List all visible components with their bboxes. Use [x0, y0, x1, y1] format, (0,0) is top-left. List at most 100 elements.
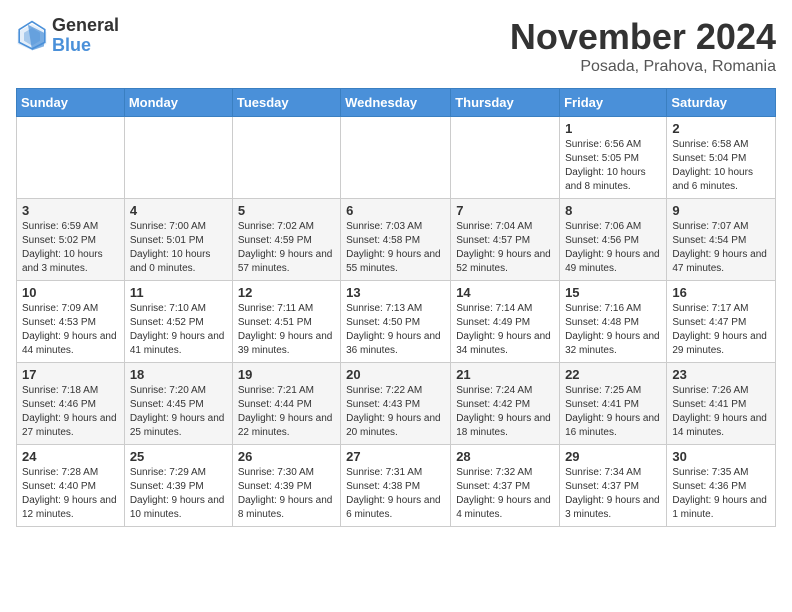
day-number: 19: [238, 367, 335, 382]
day-info: Sunrise: 7:02 AM Sunset: 4:59 PM Dayligh…: [238, 220, 335, 276]
calendar-header-tuesday: Tuesday: [232, 89, 340, 117]
calendar-cell: 25Sunrise: 7:29 AM Sunset: 4:39 PM Dayli…: [124, 445, 232, 527]
day-info: Sunrise: 6:58 AM Sunset: 5:04 PM Dayligh…: [672, 138, 770, 194]
day-info: Sunrise: 6:59 AM Sunset: 5:02 PM Dayligh…: [22, 220, 119, 276]
day-info: Sunrise: 7:09 AM Sunset: 4:53 PM Dayligh…: [22, 302, 119, 358]
day-info: Sunrise: 7:31 AM Sunset: 4:38 PM Dayligh…: [346, 466, 445, 522]
calendar-week-4: 17 Sunrise: 7:18 AM Sunset: 4:46 PM Dayli…: [17, 363, 776, 445]
day-info: Sunrise: 7:14 AM Sunset: 4:49 PM Dayligh…: [456, 302, 554, 358]
calendar-cell: 20 Sunrise: 7:22 AM Sunset: 4:43 PM Dayli…: [341, 363, 451, 445]
location: Posada, Prahova, Romania: [510, 58, 776, 76]
day-info: Sunrise: 7:24 AM Sunset: 4:42 PM Dayligh…: [456, 384, 554, 440]
calendar-week-5: 24 Sunrise: 7:28 AM Sunset: 4:40 PM Dayli…: [17, 445, 776, 527]
calendar-cell: 19Sunrise: 7:21 AM Sunset: 4:44 PM Dayli…: [232, 363, 340, 445]
day-number: 4: [130, 203, 227, 218]
calendar-cell: [451, 117, 560, 199]
calendar-week-1: 1 Sunrise: 6:56 AM Sunset: 5:05 PM Daylig…: [17, 117, 776, 199]
calendar-cell: 5 Sunrise: 7:02 AM Sunset: 4:59 PM Daylig…: [232, 199, 340, 281]
calendar-header-thursday: Thursday: [451, 89, 560, 117]
day-number: 30: [672, 449, 770, 464]
day-info: Sunrise: 7:20 AM Sunset: 4:45 PM Dayligh…: [130, 384, 227, 440]
day-number: 18: [130, 367, 227, 382]
day-info: Sunrise: 7:22 AM Sunset: 4:43 PM Dayligh…: [346, 384, 445, 440]
day-number: 7: [456, 203, 554, 218]
day-number: 2: [672, 121, 770, 136]
calendar-header-wednesday: Wednesday: [341, 89, 451, 117]
day-number: 24: [22, 449, 119, 464]
day-number: 8: [565, 203, 661, 218]
day-number: 29: [565, 449, 661, 464]
day-info: Sunrise: 7:00 AM Sunset: 5:01 PM Dayligh…: [130, 220, 227, 276]
day-info: Sunrise: 7:07 AM Sunset: 4:54 PM Dayligh…: [672, 220, 770, 276]
calendar-cell: 3 Sunrise: 6:59 AM Sunset: 5:02 PM Daylig…: [17, 199, 125, 281]
day-info: Sunrise: 7:32 AM Sunset: 4:37 PM Dayligh…: [456, 466, 554, 522]
calendar-cell: 4 Sunrise: 7:00 AM Sunset: 5:01 PM Daylig…: [124, 199, 232, 281]
day-info: Sunrise: 7:18 AM Sunset: 4:46 PM Dayligh…: [22, 384, 119, 440]
day-info: Sunrise: 7:03 AM Sunset: 4:58 PM Dayligh…: [346, 220, 445, 276]
day-number: 13: [346, 285, 445, 300]
calendar-cell: 2 Sunrise: 6:58 AM Sunset: 5:04 PM Daylig…: [667, 117, 776, 199]
calendar-cell: 17 Sunrise: 7:18 AM Sunset: 4:46 PM Dayli…: [17, 363, 125, 445]
calendar-cell: 28 Sunrise: 7:32 AM Sunset: 4:37 PM Dayli…: [451, 445, 560, 527]
calendar-cell: 12 Sunrise: 7:11 AM Sunset: 4:51 PM Dayli…: [232, 281, 340, 363]
day-info: Sunrise: 7:11 AM Sunset: 4:51 PM Dayligh…: [238, 302, 335, 358]
day-info: Sunrise: 7:35 AM Sunset: 4:36 PM Dayligh…: [672, 466, 770, 522]
logo: General Blue: [16, 16, 119, 56]
calendar-cell: 26 Sunrise: 7:30 AM Sunset: 4:39 PM Dayli…: [232, 445, 340, 527]
day-number: 11: [130, 285, 227, 300]
logo-general-text: General: [52, 16, 119, 36]
calendar-cell: 23Sunrise: 7:26 AM Sunset: 4:41 PM Dayli…: [667, 363, 776, 445]
day-number: 23: [672, 367, 770, 382]
day-info: Sunrise: 7:04 AM Sunset: 4:57 PM Dayligh…: [456, 220, 554, 276]
calendar-cell: [124, 117, 232, 199]
logo-icon: [16, 20, 48, 52]
day-number: 1: [565, 121, 661, 136]
day-number: 28: [456, 449, 554, 464]
calendar-header-sunday: Sunday: [17, 89, 125, 117]
calendar-table: SundayMondayTuesdayWednesdayThursdayFrid…: [16, 88, 776, 527]
calendar-cell: [17, 117, 125, 199]
day-info: Sunrise: 7:16 AM Sunset: 4:48 PM Dayligh…: [565, 302, 661, 358]
page-header: General Blue November 2024 Posada, Praho…: [16, 16, 776, 76]
day-number: 5: [238, 203, 335, 218]
day-number: 27: [346, 449, 445, 464]
day-number: 17: [22, 367, 119, 382]
day-number: 9: [672, 203, 770, 218]
title-block: November 2024 Posada, Prahova, Romania: [510, 16, 776, 76]
calendar-header-monday: Monday: [124, 89, 232, 117]
calendar-cell: 6 Sunrise: 7:03 AM Sunset: 4:58 PM Daylig…: [341, 199, 451, 281]
calendar-header-friday: Friday: [560, 89, 667, 117]
calendar-header-saturday: Saturday: [667, 89, 776, 117]
calendar-cell: 27 Sunrise: 7:31 AM Sunset: 4:38 PM Dayli…: [341, 445, 451, 527]
calendar-cell: [232, 117, 340, 199]
day-info: Sunrise: 7:34 AM Sunset: 4:37 PM Dayligh…: [565, 466, 661, 522]
calendar-cell: [341, 117, 451, 199]
day-number: 22: [565, 367, 661, 382]
calendar-week-3: 10 Sunrise: 7:09 AM Sunset: 4:53 PM Dayli…: [17, 281, 776, 363]
day-number: 10: [22, 285, 119, 300]
calendar-cell: 21Sunrise: 7:24 AM Sunset: 4:42 PM Dayli…: [451, 363, 560, 445]
logo-blue-text: Blue: [52, 36, 119, 56]
calendar-cell: 24 Sunrise: 7:28 AM Sunset: 4:40 PM Dayli…: [17, 445, 125, 527]
calendar-cell: 8Sunrise: 7:06 AM Sunset: 4:56 PM Daylig…: [560, 199, 667, 281]
calendar-cell: 13 Sunrise: 7:13 AM Sunset: 4:50 PM Dayli…: [341, 281, 451, 363]
day-info: Sunrise: 7:30 AM Sunset: 4:39 PM Dayligh…: [238, 466, 335, 522]
month-title: November 2024: [510, 16, 776, 58]
day-number: 6: [346, 203, 445, 218]
day-info: Sunrise: 7:17 AM Sunset: 4:47 PM Dayligh…: [672, 302, 770, 358]
calendar-cell: 10 Sunrise: 7:09 AM Sunset: 4:53 PM Dayli…: [17, 281, 125, 363]
day-info: Sunrise: 7:10 AM Sunset: 4:52 PM Dayligh…: [130, 302, 227, 358]
calendar-week-2: 3 Sunrise: 6:59 AM Sunset: 5:02 PM Daylig…: [17, 199, 776, 281]
day-number: 12: [238, 285, 335, 300]
day-info: Sunrise: 6:56 AM Sunset: 5:05 PM Dayligh…: [565, 138, 661, 194]
day-number: 16: [672, 285, 770, 300]
day-info: Sunrise: 7:13 AM Sunset: 4:50 PM Dayligh…: [346, 302, 445, 358]
day-number: 3: [22, 203, 119, 218]
day-number: 20: [346, 367, 445, 382]
day-info: Sunrise: 7:28 AM Sunset: 4:40 PM Dayligh…: [22, 466, 119, 522]
calendar-cell: 22Sunrise: 7:25 AM Sunset: 4:41 PM Dayli…: [560, 363, 667, 445]
logo-text: General Blue: [52, 16, 119, 56]
calendar-cell: 7 Sunrise: 7:04 AM Sunset: 4:57 PM Daylig…: [451, 199, 560, 281]
calendar-cell: 30 Sunrise: 7:35 AM Sunset: 4:36 PM Dayli…: [667, 445, 776, 527]
day-number: 26: [238, 449, 335, 464]
